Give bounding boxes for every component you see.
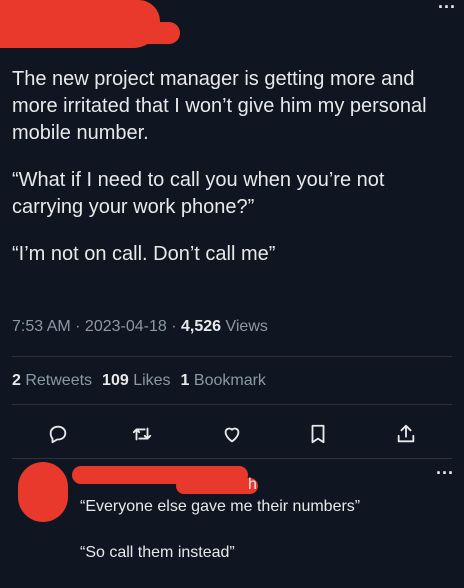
tweet-paragraph: The new project manager is getting more … <box>12 68 427 144</box>
retweet-icon <box>132 427 152 441</box>
like-icon <box>224 427 240 443</box>
views-label: Views <box>221 318 268 335</box>
meta-separator: · <box>70 318 85 335</box>
reply-author-name-fragment[interactable]: h <box>248 476 257 494</box>
likes-count[interactable]: 109 <box>102 372 129 389</box>
retweets-count[interactable]: 2 <box>12 372 21 389</box>
tweet-body: The new project manager is getting more … <box>12 66 452 288</box>
reply-icon <box>49 425 67 444</box>
tweet-meta: 7:53 AM · 2023-04-18 · 4,526 Views <box>12 318 268 336</box>
tweet-time[interactable]: 7:53 AM <box>12 318 71 335</box>
reply-more-button[interactable]: ... <box>436 458 454 479</box>
bookmarks-label[interactable]: Bookmark <box>189 372 266 389</box>
reply-avatar-redaction <box>18 462 68 522</box>
author-redaction-tail <box>90 22 180 44</box>
reply-author-redaction-tail <box>176 478 258 494</box>
like-button[interactable] <box>218 420 246 448</box>
tweet-paragraph: “I’m not on call. Don’t call me” <box>12 243 276 265</box>
divider <box>12 458 452 459</box>
reply-paragraph: “So call them instead” <box>80 544 235 561</box>
retweet-button[interactable] <box>128 420 156 448</box>
bookmark-button[interactable] <box>304 420 332 448</box>
tweet-stats: 2 Retweets 109 Likes 1 Bookmark <box>12 372 266 390</box>
meta-separator: · <box>166 318 181 335</box>
reply-button[interactable] <box>44 420 72 448</box>
tweet-paragraph: “What if I need to call you when you’re … <box>12 169 385 218</box>
share-icon <box>397 424 415 443</box>
bookmark-icon <box>311 424 325 444</box>
tweet-more-button[interactable]: ... <box>438 0 456 13</box>
tweet-date[interactable]: 2023-04-18 <box>85 318 167 335</box>
reply-body: “Everyone else gave me their numbers” “S… <box>80 496 450 588</box>
likes-label[interactable]: Likes <box>129 372 170 389</box>
divider <box>12 404 452 405</box>
views-count: 4,526 <box>180 318 222 335</box>
divider <box>12 356 452 357</box>
action-bar <box>0 420 464 448</box>
share-button[interactable] <box>392 420 420 448</box>
retweets-label[interactable]: Retweets <box>21 372 92 389</box>
reply-paragraph: “Everyone else gave me their numbers” <box>80 498 361 515</box>
